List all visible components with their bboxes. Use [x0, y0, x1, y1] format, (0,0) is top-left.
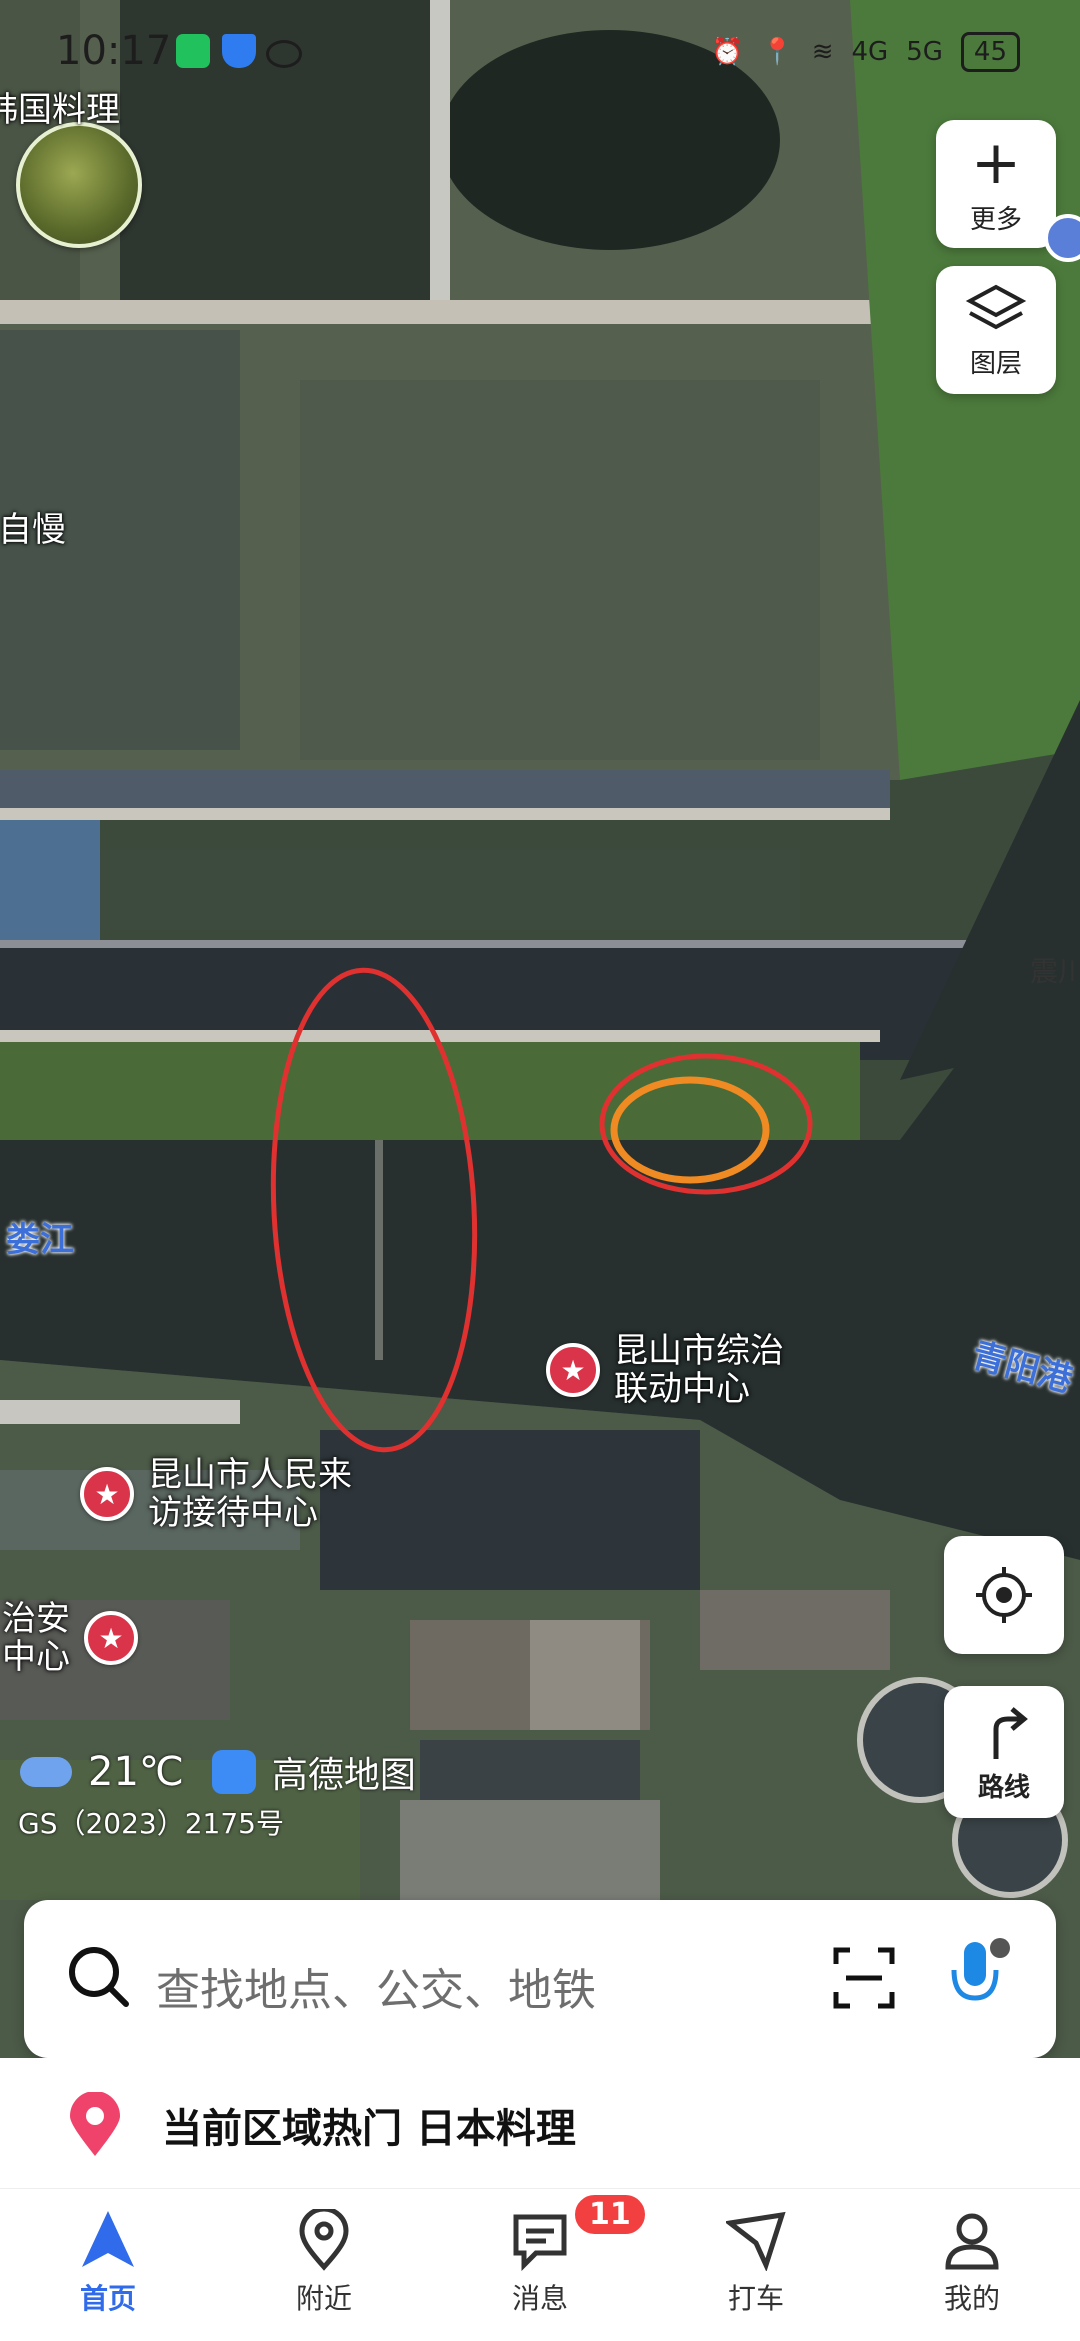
wechat-icon: [176, 34, 210, 68]
license-text: GS（2023）2175号: [18, 1807, 284, 1840]
navigation-arrow-icon: [82, 2211, 134, 2267]
map-pin-icon: [299, 2209, 349, 2271]
star-pin-icon: ★: [80, 1467, 134, 1521]
battery-indicator: 45: [960, 32, 1020, 72]
tab-taxi-label: 打车: [727, 2282, 784, 2315]
alarm-icon: ⏰: [710, 37, 744, 67]
poi-label: 昆山市人民来 访接待中心: [148, 1455, 352, 1533]
locate-icon: [976, 1567, 1032, 1623]
more-button[interactable]: + 更多: [936, 120, 1056, 248]
hot-text: 当前区域热门 日本料理: [162, 2106, 576, 2152]
map-label-restaurant[interactable]: 韩国料理: [0, 82, 120, 131]
poi-reception-center[interactable]: ★ 昆山市人民来 访接待中心: [80, 1456, 352, 1532]
route-button[interactable]: 路线: [944, 1686, 1064, 1818]
locate-button[interactable]: [944, 1536, 1064, 1654]
tab-nearby-label: 附近: [295, 2282, 352, 2315]
weather-temp: 21℃: [88, 1749, 184, 1795]
poi-label: 治安 中心: [2, 1599, 70, 1677]
brand-name: 高德地图: [271, 1755, 416, 1796]
plus-icon: +: [970, 127, 1022, 198]
signal-5g: 5G: [906, 37, 943, 67]
cloud-icon: [20, 1757, 72, 1787]
voice-mic-icon[interactable]: [944, 1936, 1014, 2016]
eye-icon: [266, 40, 302, 68]
route-label: 路线: [977, 1772, 1030, 1803]
status-icons: ⏰ 📍 ≋ 4G 5G 45: [711, 32, 1020, 72]
layers-icon: [965, 284, 1027, 329]
shield-icon: [222, 34, 256, 68]
layers-button[interactable]: 图层: [936, 266, 1056, 394]
taxi-flag-icon: [726, 2211, 786, 2271]
amap-logo-icon: [211, 1750, 256, 1794]
map-label-river: 娄江: [6, 1220, 74, 1260]
scan-icon[interactable]: [832, 1946, 896, 2010]
search-input[interactable]: 查找地点、公交、地铁: [156, 1954, 596, 2018]
tab-home-label: 首页: [79, 2282, 136, 2315]
search-bar[interactable]: 查找地点、公交、地铁: [24, 1900, 1056, 2058]
tab-messages-label: 消息: [511, 2282, 568, 2315]
messages-badge: 11: [572, 2192, 648, 2237]
tab-profile[interactable]: 我的: [902, 2209, 1042, 2317]
bottom-tab-bar: 首页 附近 消息 打车 我的: [0, 2188, 1080, 2341]
route-arrow-icon: [993, 1706, 1028, 1759]
status-bar: 10:17 ⏰ 📍 ≋ 4G 5G 45: [0, 0, 1080, 100]
tab-nearby[interactable]: 附近: [254, 2209, 394, 2317]
map-label-left[interactable]: 自慢: [0, 502, 66, 551]
location-pin-icon: [70, 2092, 120, 2156]
tab-taxi[interactable]: 打车: [686, 2209, 826, 2317]
signal-4g: 4G: [851, 37, 889, 67]
poi-security-center[interactable]: ★ 治安 中心: [2, 1600, 138, 1676]
search-icon: [69, 1947, 129, 2007]
user-icon: [945, 2213, 999, 2270]
poi-label: 昆山市综治 联动中心: [614, 1331, 784, 1409]
status-time: 10:17: [56, 28, 172, 74]
avatar[interactable]: [16, 122, 142, 248]
hot-recommendation[interactable]: 当前区域热门 日本料理: [0, 2058, 1080, 2188]
wifi-icon: ≋: [811, 37, 834, 67]
star-pin-icon: ★: [546, 1343, 600, 1397]
weather-widget[interactable]: 21℃ 高德地图: [20, 1746, 416, 1798]
location-icon: 📍: [761, 37, 794, 67]
tab-home[interactable]: 首页: [38, 2209, 178, 2317]
map-label-bridge: 震川: [1030, 955, 1080, 988]
layers-label: 图层: [969, 348, 1022, 379]
poi-comprehensive-center[interactable]: ★ 昆山市综治 联动中心: [546, 1332, 784, 1408]
star-pin-icon: ★: [84, 1611, 138, 1665]
tab-profile-label: 我的: [943, 2282, 1000, 2315]
more-label: 更多: [969, 204, 1022, 235]
chat-bubble-icon: [513, 2214, 567, 2271]
